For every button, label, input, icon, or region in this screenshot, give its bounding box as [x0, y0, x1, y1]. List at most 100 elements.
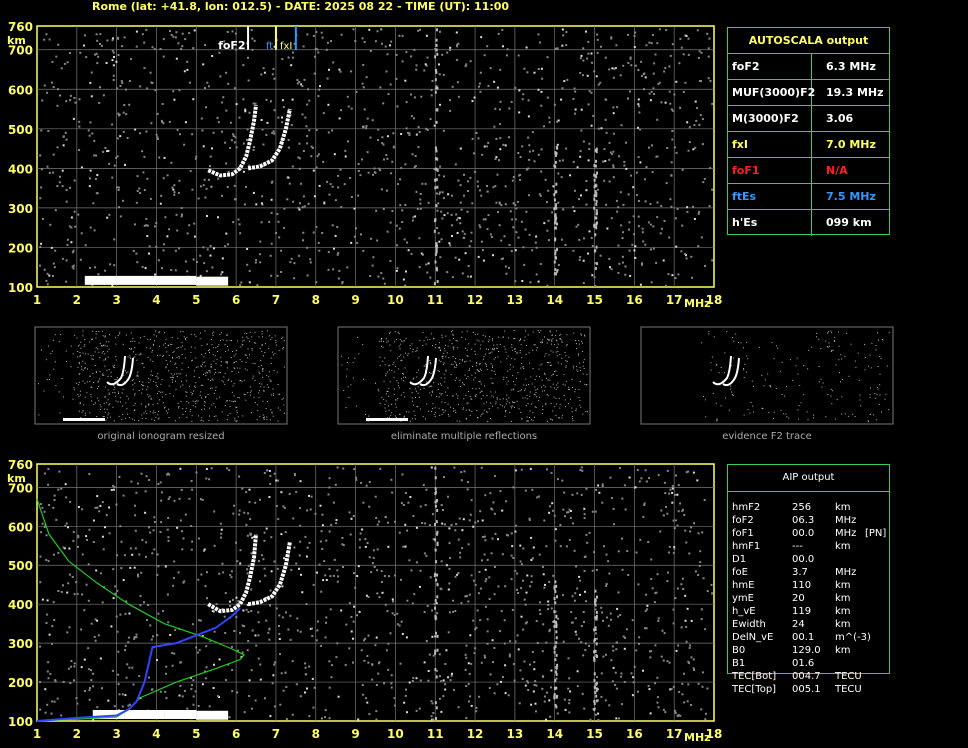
noise-dot	[318, 563, 321, 566]
noise-dot	[83, 34, 86, 37]
noise-dot	[254, 261, 257, 264]
noise-dot	[557, 201, 560, 204]
noise-dot	[508, 653, 511, 656]
thumbnail-noise	[205, 375, 207, 377]
thumbnail-noise	[103, 402, 105, 404]
thumbnail-noise	[185, 395, 187, 397]
noise-dot	[415, 677, 418, 680]
noise-dot	[313, 195, 316, 198]
noise-dot	[672, 551, 675, 554]
thumbnail-noise	[486, 365, 487, 367]
noise-dot	[576, 685, 579, 688]
noise-dot	[224, 141, 227, 144]
noise-dot	[416, 207, 419, 210]
noise-dot	[532, 690, 535, 693]
noise-dot	[634, 486, 637, 489]
thumbnail-noise	[388, 409, 390, 411]
noise-dot	[313, 72, 316, 75]
noise-dot	[438, 63, 440, 66]
thumbnail-noise	[549, 379, 551, 381]
thumbnail-noise	[201, 409, 203, 411]
noise-dot	[321, 513, 324, 516]
noise-dot	[325, 48, 328, 51]
thumbnail-noise	[182, 414, 184, 415]
thumbnail-noise	[518, 408, 520, 410]
thumbnail-noise	[134, 403, 136, 405]
noise-dot	[671, 109, 674, 112]
noise-dot	[629, 90, 631, 93]
noise-dot	[579, 72, 582, 74]
noise-dot	[646, 608, 649, 611]
noise-dot	[375, 517, 378, 519]
noise-dot	[92, 685, 95, 688]
noise-dot	[636, 469, 639, 471]
thumbnail-noise	[544, 374, 546, 376]
noise-dot	[248, 269, 251, 272]
noise-dot	[618, 155, 620, 158]
thumbnail-noise	[435, 344, 437, 345]
thumbnail-noise	[192, 405, 194, 407]
thumbnail-noise	[480, 415, 482, 417]
noise-dot	[668, 492, 671, 495]
x-tick-label: 13	[507, 293, 524, 307]
thumbnail-noise	[137, 371, 139, 373]
noise-dot	[293, 262, 296, 265]
thumbnail-noise	[83, 404, 85, 406]
thumbnail-noise	[439, 414, 441, 416]
thumbnail-noise	[343, 390, 345, 391]
thumbnail-noise	[465, 338, 467, 340]
thumbnail-noise	[94, 351, 96, 353]
thumbnail-noise	[129, 358, 131, 360]
noise-dot	[40, 242, 43, 245]
noise-dot	[252, 102, 255, 105]
thumbnail-noise	[557, 351, 559, 353]
thumbnail-noise	[534, 344, 536, 346]
noise-dot	[451, 672, 453, 675]
thumbnail-noise	[568, 386, 570, 388]
noise-dot	[583, 707, 586, 710]
thumbnail-noise	[753, 385, 754, 387]
thumbnail-noise	[439, 392, 441, 394]
noise-dot	[52, 153, 55, 156]
noise-dot	[415, 133, 418, 136]
thumbnail-noise	[138, 390, 140, 392]
noise-dot	[357, 163, 360, 165]
thumbnail-noise	[387, 371, 389, 373]
thumbnail-noise	[430, 372, 432, 374]
noise-dot	[532, 546, 535, 549]
thumbnail-noise	[121, 419, 123, 421]
noise-dot	[655, 261, 658, 264]
noise-dot	[664, 284, 667, 287]
thumbnail-noise	[147, 338, 149, 340]
thumbnail-noise	[743, 368, 745, 369]
thumbnail-noise	[247, 348, 249, 350]
noise-dot	[449, 99, 451, 102]
thumbnail-noise	[260, 386, 262, 388]
thumbnail-noise	[180, 331, 182, 333]
thumbnail-noise	[114, 379, 116, 380]
thumbnail-noise	[100, 408, 101, 410]
noise-dot	[400, 502, 403, 505]
noise-dot	[704, 628, 707, 631]
noise-dot	[151, 552, 154, 555]
noise-dot	[409, 496, 412, 498]
noise-dot	[550, 607, 553, 610]
thumbnail-noise	[113, 389, 115, 391]
noise-dot	[177, 191, 180, 194]
thumbnail-noise	[264, 416, 265, 418]
noise-dot	[357, 170, 360, 172]
noise-dot	[559, 524, 562, 526]
noise-dot	[164, 565, 167, 568]
noise-dot	[47, 661, 50, 664]
noise-dot	[660, 227, 663, 230]
thumbnail-noise	[384, 407, 386, 409]
noise-dot	[324, 716, 326, 719]
thumbnail-noise	[81, 366, 83, 368]
thumbnail-noise	[495, 391, 497, 393]
noise-dot	[515, 588, 518, 591]
noise-dot	[379, 86, 382, 89]
thumbnail-noise	[213, 331, 215, 333]
thumbnail-noise	[152, 375, 153, 377]
noise-dot	[627, 33, 630, 36]
thumbnail-noise	[263, 390, 265, 392]
